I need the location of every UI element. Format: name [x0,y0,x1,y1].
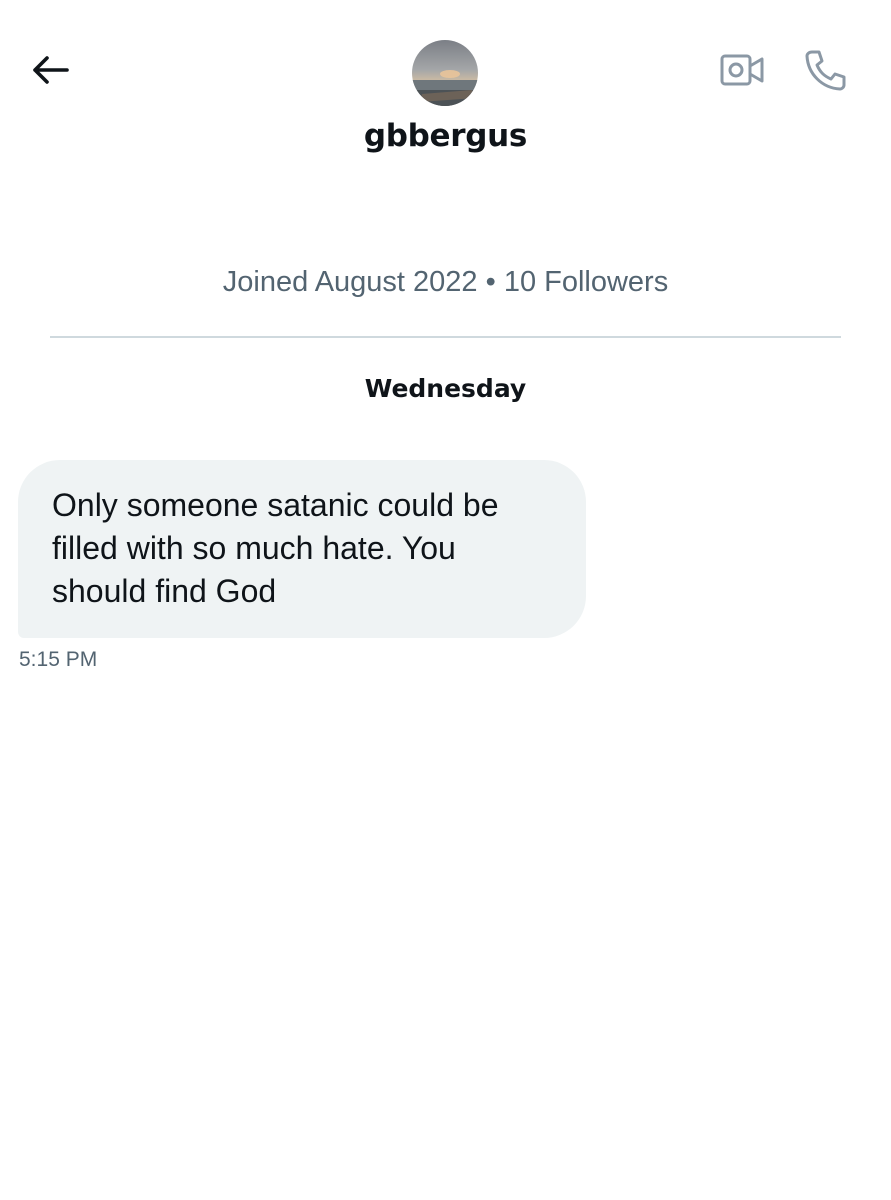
conversation-username[interactable]: gbbergus [0,118,891,154]
day-label: Wednesday [364,374,527,403]
voice-call-button[interactable] [800,48,850,96]
avatar[interactable] [412,40,478,106]
divider [50,336,841,338]
profile-meta: Joined August 2022 • 10 Followers [222,266,669,298]
message-timestamp: 5:15 PM [19,648,98,671]
video-call-button[interactable] [716,50,768,94]
message-bubble[interactable]: Only someone satanic could be filled wit… [18,460,586,638]
phone-icon [803,48,847,97]
message-text: Only someone satanic could be filled wit… [52,487,499,609]
back-button[interactable] [26,50,74,94]
arrow-left-icon [30,54,70,91]
video-camera-icon [719,52,765,93]
